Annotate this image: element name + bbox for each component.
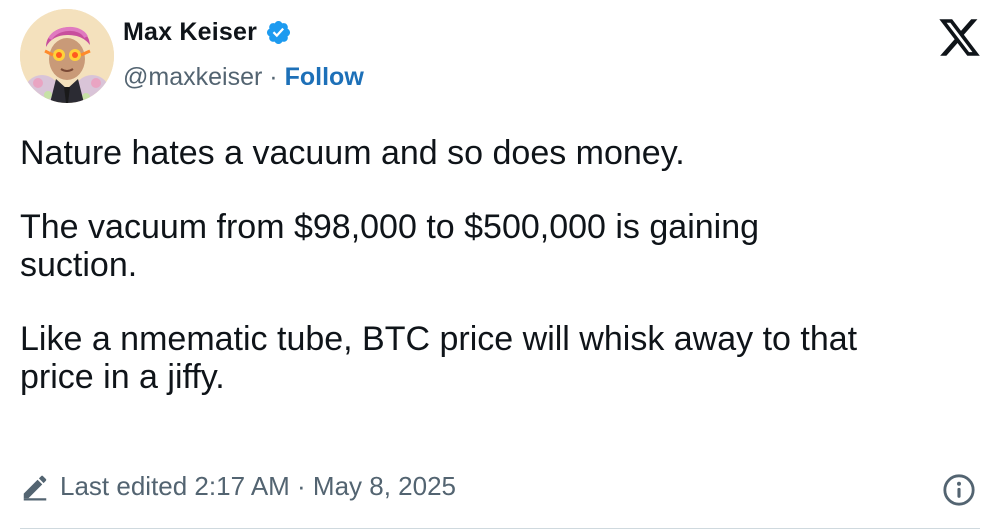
avatar[interactable] — [20, 9, 114, 103]
author-handle-row: @maxkeiser · Follow — [123, 63, 364, 92]
edited-info[interactable]: Last edited 2:17 AM · May 8, 2025 — [20, 471, 456, 502]
author-name-row: Max Keiser — [123, 18, 292, 47]
verified-badge-icon — [265, 19, 292, 46]
x-logo-icon[interactable] — [937, 15, 982, 60]
tweet-card: Max Keiser @maxkeiser · Follow Nature ha… — [0, 0, 1000, 531]
divider — [20, 528, 980, 529]
tweet-paragraph: The vacuum from $98,000 to $500,000 is g… — [20, 208, 760, 284]
pencil-icon — [20, 472, 50, 502]
tweet-body: Nature hates a vacuum and so does money.… — [20, 134, 980, 396]
separator: · — [269, 63, 278, 91]
author-name[interactable]: Max Keiser — [123, 18, 257, 47]
edited-timestamp[interactable]: Last edited 2:17 AM · May 8, 2025 — [60, 471, 456, 502]
tweet-paragraph: Like a nmematic tube, BTC price will whi… — [20, 320, 858, 396]
tweet-paragraph: Nature hates a vacuum and so does money. — [20, 134, 685, 172]
follow-button[interactable]: Follow — [285, 63, 364, 92]
info-icon[interactable] — [942, 473, 976, 507]
author-handle[interactable]: @maxkeiser — [123, 63, 262, 92]
